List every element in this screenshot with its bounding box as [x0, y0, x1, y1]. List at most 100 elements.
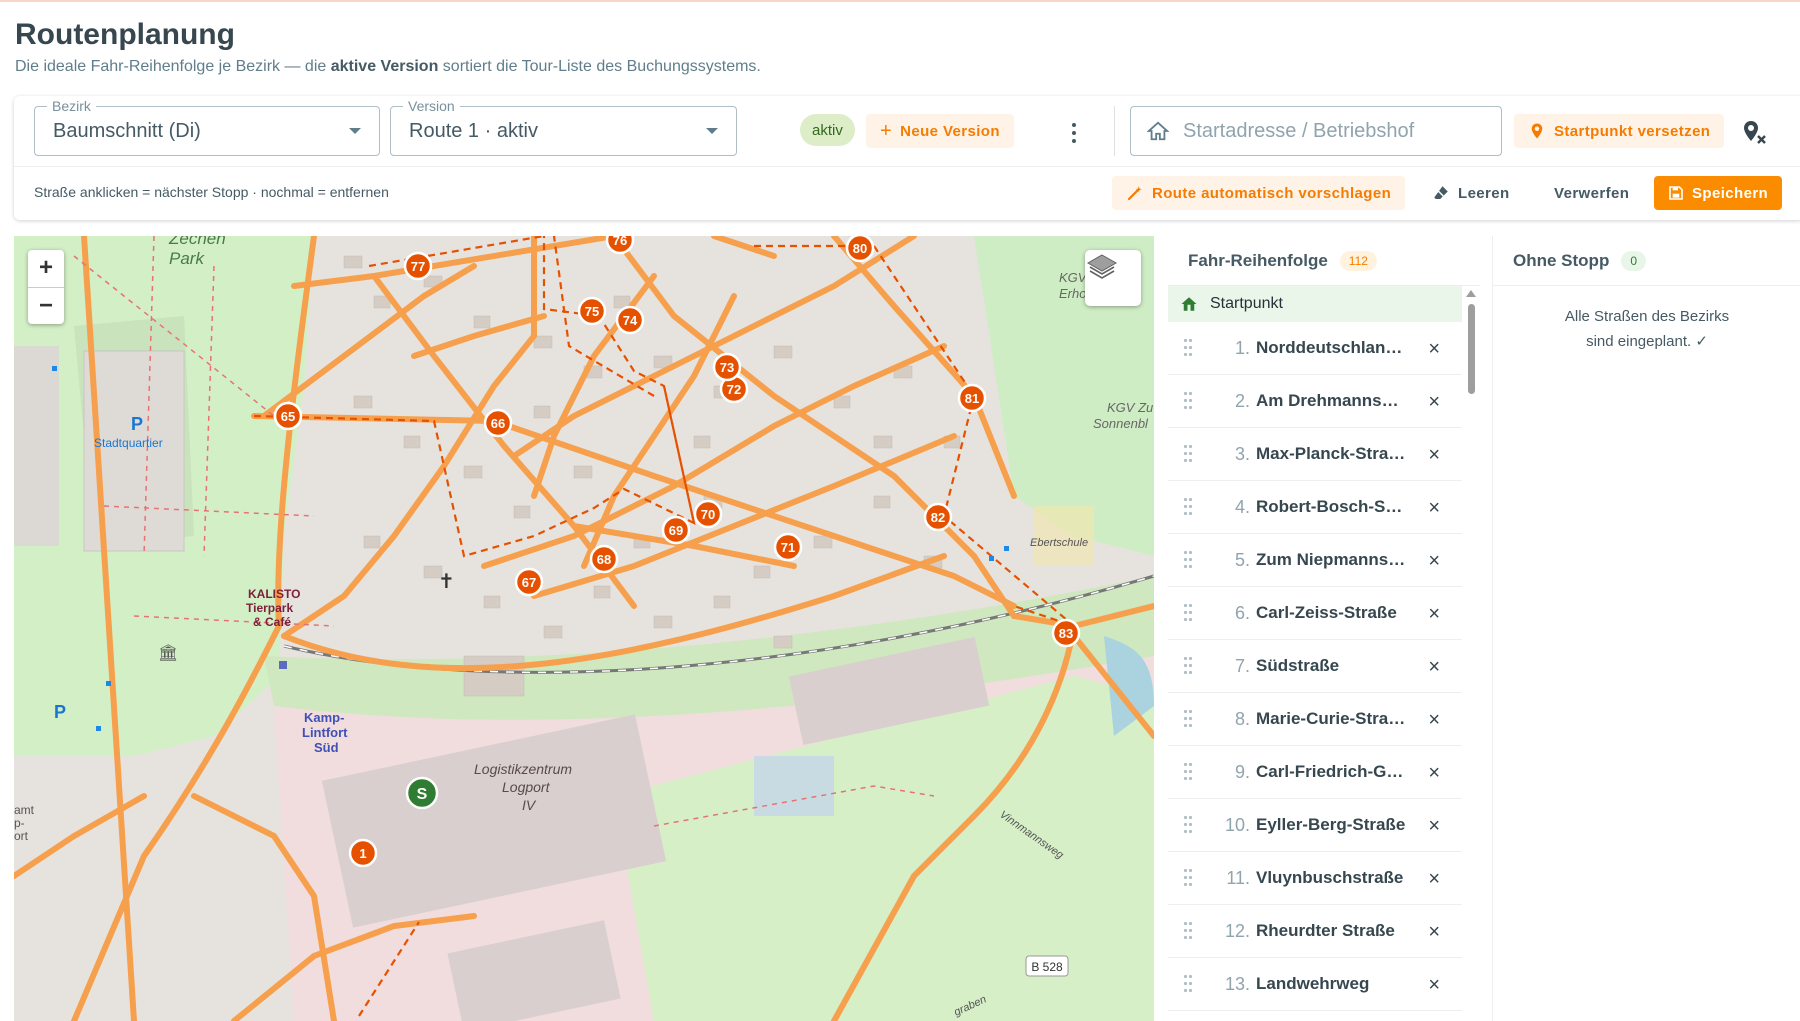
sequence-item[interactable]: 11. Vluynbuschstraße ×: [1168, 852, 1462, 905]
route-map[interactable]: Zechen Park KGV Zu Erholun KGV Zu Sonnen…: [14, 236, 1154, 1021]
sequence-item[interactable]: 7. Südstraße ×: [1168, 640, 1462, 693]
route-marker[interactable]: 76: [605, 236, 635, 255]
remove-icon[interactable]: ×: [1428, 974, 1440, 997]
drag-handle-icon[interactable]: [1184, 816, 1192, 834]
start-point-row[interactable]: Startpunkt: [1168, 286, 1462, 322]
bezirk-select[interactable]: Bezirk Baumschnitt (Di): [34, 98, 380, 156]
label-park: Park: [169, 249, 205, 268]
scrollbar-thumb[interactable]: [1468, 304, 1475, 394]
remove-icon[interactable]: ×: [1428, 497, 1440, 520]
remove-icon[interactable]: ×: [1428, 656, 1440, 679]
marker-label: 1: [359, 846, 366, 861]
route-marker[interactable]: 65: [273, 401, 303, 431]
remove-icon[interactable]: ×: [1428, 338, 1440, 361]
sequence-item[interactable]: 4. Robert-Bosch-Str... ×: [1168, 481, 1462, 534]
drag-handle-icon[interactable]: [1184, 975, 1192, 993]
remove-icon[interactable]: ×: [1428, 444, 1440, 467]
sequence-number: 11.: [1226, 867, 1250, 888]
version-select[interactable]: Version Route 1 · aktiv: [390, 98, 737, 156]
no-stop-header: Ohne Stopp 0: [1493, 236, 1800, 286]
drag-handle-icon[interactable]: [1184, 604, 1192, 622]
start-marker[interactable]: S: [405, 776, 439, 810]
magic-wand-icon: [1127, 186, 1142, 201]
remove-icon[interactable]: ×: [1428, 762, 1440, 785]
route-marker[interactable]: 80: [845, 236, 875, 263]
route-marker[interactable]: 74: [615, 305, 645, 335]
clear-button[interactable]: Leeren: [1422, 176, 1520, 210]
plus-icon: +: [880, 119, 893, 142]
route-marker[interactable]: 81: [957, 383, 987, 413]
bezirk-label: Bezirk: [47, 98, 96, 114]
save-button[interactable]: Speichern: [1654, 176, 1783, 210]
sequence-number: 6.: [1234, 602, 1250, 623]
marker-label: 80: [853, 241, 867, 256]
start-address-input[interactable]: [1183, 119, 1485, 143]
street-name: Landwehrweg: [1256, 974, 1370, 993]
remove-icon[interactable]: ×: [1428, 709, 1440, 732]
sequence-item[interactable]: 3. Max-Planck-Straße ×: [1168, 428, 1462, 481]
svg-text:Tierpark: Tierpark: [246, 601, 293, 615]
sequence-item[interactable]: 9. Carl-Friedrich-Gau... ×: [1168, 746, 1462, 799]
marker-label: 72: [727, 382, 741, 397]
start-address-field[interactable]: [1130, 106, 1502, 156]
drag-handle-icon[interactable]: [1184, 869, 1192, 887]
more-menu-icon[interactable]: [1062, 118, 1086, 148]
no-stop-count-badge: 0: [1621, 250, 1647, 271]
zoom-out-button[interactable]: −: [28, 286, 64, 325]
drag-handle-icon[interactable]: [1184, 763, 1192, 781]
route-marker[interactable]: 82: [923, 502, 953, 532]
marker-label: 74: [623, 313, 638, 328]
remove-icon[interactable]: ×: [1428, 868, 1440, 891]
layers-button[interactable]: [1085, 250, 1141, 306]
location-off-icon[interactable]: [1740, 118, 1768, 151]
sequence-item[interactable]: 10. Eyller-Berg-Straße ×: [1168, 799, 1462, 852]
auto-route-button[interactable]: Route automatisch vorschlagen: [1112, 176, 1406, 210]
route-marker[interactable]: 77: [403, 251, 433, 281]
map-canvas[interactable]: Zechen Park KGV Zu Erholun KGV Zu Sonnen…: [14, 236, 1154, 1021]
hint-text: Straße anklicken = nächster Stopp · noch…: [34, 184, 389, 200]
sequence-item[interactable]: 2. Am Drehmannshof ×: [1168, 375, 1462, 428]
drag-handle-icon[interactable]: [1184, 339, 1192, 357]
route-marker[interactable]: 68: [589, 544, 619, 574]
remove-icon[interactable]: ×: [1428, 921, 1440, 944]
drag-handle-icon[interactable]: [1184, 551, 1192, 569]
route-marker[interactable]: 83: [1051, 618, 1081, 648]
scroll-up-icon[interactable]: [1466, 290, 1476, 297]
move-start-button[interactable]: Startpunkt versetzen: [1514, 114, 1725, 148]
sequence-item[interactable]: 6. Carl-Zeiss-Straße ×: [1168, 587, 1462, 640]
drag-handle-icon[interactable]: [1184, 392, 1192, 410]
sequence-number: 5.: [1234, 549, 1250, 570]
route-marker[interactable]: 69: [661, 515, 691, 545]
sequence-item[interactable]: 12. Rheurdter Straße ×: [1168, 905, 1462, 958]
eraser-icon: [1434, 186, 1448, 199]
discard-button[interactable]: Verwerfen: [1544, 176, 1639, 210]
drag-handle-icon[interactable]: [1184, 498, 1192, 516]
drag-handle-icon[interactable]: [1184, 710, 1192, 728]
route-marker[interactable]: 71: [773, 532, 803, 562]
remove-icon[interactable]: ×: [1428, 603, 1440, 626]
new-version-button[interactable]: + Neue Version: [866, 114, 1014, 148]
drag-handle-icon[interactable]: [1184, 922, 1192, 940]
scrollbar[interactable]: [1465, 290, 1476, 1021]
route-marker[interactable]: 70: [693, 499, 723, 529]
street-name: Norddeutschland...: [1256, 338, 1406, 357]
sequence-item[interactable]: 13. Landwehrweg ×: [1168, 958, 1462, 1011]
street-name: Am Drehmannshof: [1256, 391, 1406, 410]
svg-text:Lintfort: Lintfort: [302, 725, 348, 740]
remove-icon[interactable]: ×: [1428, 815, 1440, 838]
route-marker[interactable]: 66: [483, 408, 513, 438]
sequence-item[interactable]: 5. Zum Niepmannshof ×: [1168, 534, 1462, 587]
route-marker[interactable]: 75: [577, 296, 607, 326]
drag-handle-icon[interactable]: [1184, 657, 1192, 675]
sequence-item[interactable]: 8. Marie-Curie-Straße ×: [1168, 693, 1462, 746]
drag-handle-icon[interactable]: [1184, 445, 1192, 463]
remove-icon[interactable]: ×: [1428, 391, 1440, 414]
street-name: Marie-Curie-Straße: [1256, 709, 1406, 728]
sequence-item[interactable]: 1. Norddeutschland... ×: [1168, 322, 1462, 375]
remove-icon[interactable]: ×: [1428, 550, 1440, 573]
label-kalisto: KALISTO: [248, 587, 300, 601]
route-marker[interactable]: 67: [514, 567, 544, 597]
route-marker[interactable]: 73: [712, 352, 742, 382]
zoom-in-button[interactable]: +: [28, 250, 64, 287]
route-marker[interactable]: 1: [348, 838, 378, 868]
